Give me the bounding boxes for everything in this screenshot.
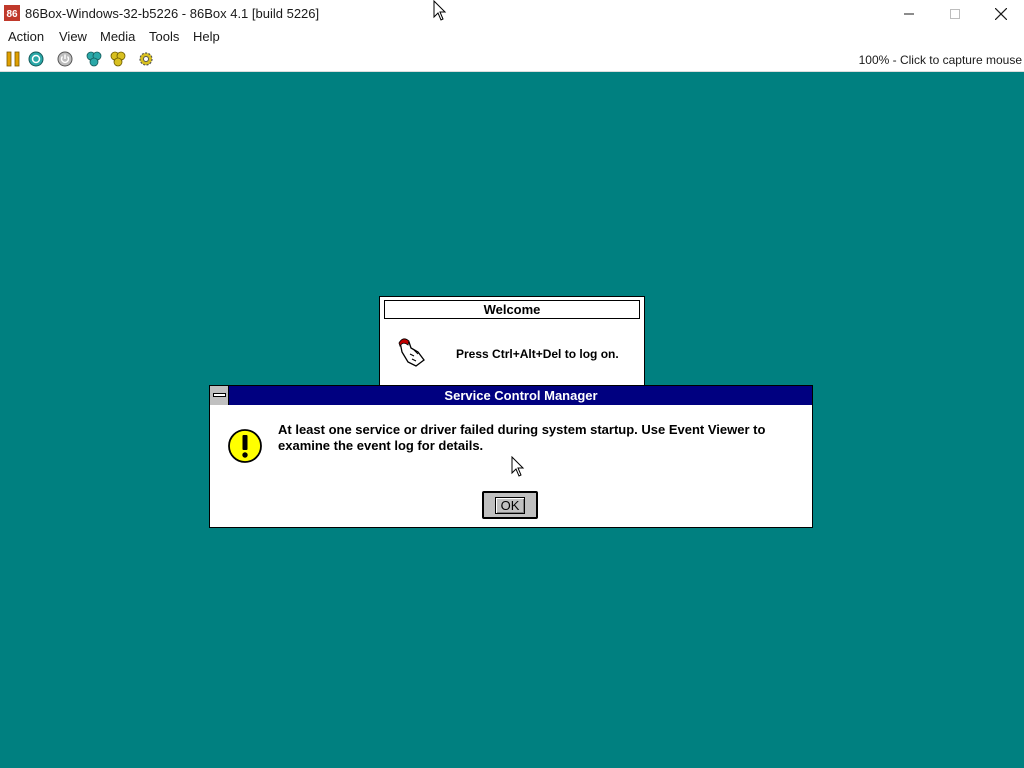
welcome-title: Welcome xyxy=(483,302,541,317)
maximize-icon xyxy=(950,8,960,19)
dialog-message: At least one service or driver failed du… xyxy=(278,422,766,453)
exclamation-icon xyxy=(228,429,262,463)
minimize-icon xyxy=(904,13,914,14)
menu-view[interactable]: View xyxy=(59,29,87,44)
close-icon xyxy=(995,7,1007,20)
settings-icon[interactable] xyxy=(138,51,154,67)
minimize-button[interactable] xyxy=(886,0,932,27)
maximize-button[interactable] xyxy=(932,0,978,27)
ctrl-alt-del-icon[interactable] xyxy=(86,51,102,67)
menu-tools[interactable]: Tools xyxy=(149,29,179,44)
window-title: 86Box-Windows-32-b5226 - 86Box 4.1 [buil… xyxy=(25,6,320,21)
welcome-message: Press Ctrl+Alt+Del to log on. xyxy=(456,347,619,361)
menu-action[interactable]: Action xyxy=(8,29,44,44)
guest-cursor-icon xyxy=(511,456,525,477)
acpi-shutdown-icon[interactable] xyxy=(57,51,73,67)
menu-media[interactable]: Media xyxy=(100,29,135,44)
system-menu-button[interactable] xyxy=(210,386,229,405)
menu-help[interactable]: Help xyxy=(193,29,220,44)
system-menu-icon xyxy=(212,393,226,397)
ctrl-alt-esc-icon[interactable] xyxy=(110,51,126,67)
hand-keyboard-icon xyxy=(398,338,425,367)
ok-button-label: OK xyxy=(494,496,526,514)
toolbar: 100% - Click to capture mouse xyxy=(0,47,1024,72)
welcome-window: Welcome Press Ctrl+Alt+Del to log on. xyxy=(379,296,645,388)
host-titlebar[interactable]: 86 86Box-Windows-32-b5226 - 86Box 4.1 [b… xyxy=(0,0,1024,27)
welcome-titlebar: Welcome xyxy=(384,300,640,319)
menubar: Action View Media Tools Help xyxy=(0,27,1024,47)
mouse-capture-status[interactable]: 100% - Click to capture mouse xyxy=(859,53,1022,67)
host-cursor-icon xyxy=(433,0,447,21)
pause-icon[interactable] xyxy=(5,51,21,67)
close-button[interactable] xyxy=(978,0,1024,27)
ok-button[interactable]: OK xyxy=(482,491,538,519)
86box-app-icon: 86 xyxy=(4,5,20,21)
hard-reset-icon[interactable] xyxy=(28,51,44,67)
dialog-title: Service Control Manager xyxy=(444,388,598,403)
svg-text:86: 86 xyxy=(6,9,18,20)
dialog-titlebar[interactable]: Service Control Manager xyxy=(210,386,812,405)
